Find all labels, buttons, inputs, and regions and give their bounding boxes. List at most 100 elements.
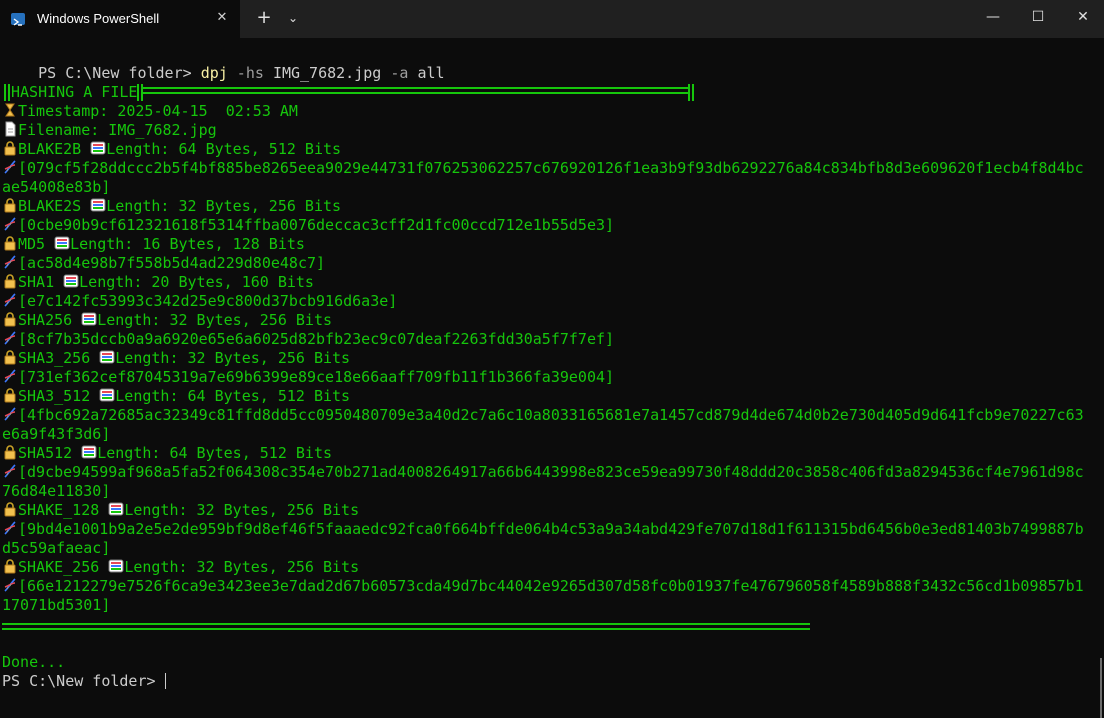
hash-value: 76d84e11830]	[2, 482, 111, 500]
hash-length: Length: 16 Bytes, 128 Bits	[70, 235, 305, 253]
command-file: IMG_7682.jpg	[272, 64, 382, 82]
filename: Filename: IMG_7682.jpg	[18, 121, 217, 139]
hash-value: [4fbc692a72685ac32349c81ffd8dd5cc0950480…	[18, 406, 1084, 424]
hash-value: [e7c142fc53993c342d25e9c800d37bcb916d6a3…	[18, 292, 398, 310]
hash-value: [0cbe90b9cf612321618f5314ffba0076deccac3…	[18, 216, 615, 234]
dna-icon	[4, 331, 16, 345]
hash-value-line: ae54008e83b]	[2, 178, 110, 197]
new-tab-button[interactable]: +	[254, 8, 274, 28]
command-flag: -a	[381, 64, 418, 82]
dna-icon	[4, 464, 16, 478]
scrollbar[interactable]	[1100, 658, 1102, 718]
hash-value-line: [e7c142fc53993c342d25e9c800d37bcb916d6a3…	[2, 292, 397, 311]
hash-value: [8cf7b35dccb0a9a6920e65e6a6025d82bfb23ec…	[18, 330, 615, 348]
command-arg: all	[417, 64, 445, 82]
hash-algorithm: MD5	[18, 235, 55, 253]
hash-length: Length: 20 Bytes, 160 Bits	[79, 273, 314, 291]
hash-header: SHA3_512 Length: 64 Bytes, 512 Bits	[2, 387, 350, 406]
tab-title: Windows PowerShell	[37, 11, 160, 26]
hash-value: [731ef362cef87045319a7e69b6399e89ce18e66…	[18, 368, 615, 386]
header-title: HASHING A FILE	[11, 83, 138, 101]
dna-icon	[4, 160, 16, 174]
length-icon	[54, 236, 70, 250]
hash-value-line: [8cf7b35dccb0a9a6920e65e6a6025d82bfb23ec…	[2, 330, 614, 349]
dna-icon	[4, 407, 16, 421]
minimize-button[interactable]: —	[970, 0, 1016, 34]
hash-algorithm: SHAKE_128	[18, 501, 109, 519]
hash-header: BLAKE2S Length: 32 Bytes, 256 Bits	[2, 197, 341, 216]
hash-value-line: [079cf5f28ddccc2b5f4bf885be8265eea9029e4…	[2, 159, 1084, 178]
tab-close-icon[interactable]: ✕	[213, 9, 231, 27]
hash-header: BLAKE2B Length: 64 Bytes, 512 Bits	[2, 140, 341, 159]
lock-icon	[4, 350, 16, 365]
filename-line: Filename: IMG_7682.jpg	[2, 121, 217, 140]
lock-icon	[4, 141, 16, 156]
hash-value: e6a9f43f3d6]	[2, 425, 111, 443]
hash-header: MD5 Length: 16 Bytes, 128 Bits	[2, 235, 305, 254]
header-left-border	[4, 84, 10, 101]
hash-value-line: [4fbc692a72685ac32349c81ffd8dd5cc0950480…	[2, 406, 1084, 425]
hash-algorithm: SHA1	[18, 273, 64, 291]
terminal-output[interactable]: PS C:\New folder> dpj -hs IMG_7682.jpg -…	[0, 38, 1104, 718]
timestamp-line: Timestamp: 2025-04-15 02:53 AM	[2, 102, 298, 121]
length-icon	[99, 388, 115, 402]
header-right-border	[688, 84, 694, 101]
hash-value: ae54008e83b]	[2, 178, 111, 196]
hash-algorithm: SHA256	[18, 311, 82, 329]
hash-value-line: d5c59afaeac]	[2, 539, 110, 558]
hash-value: [ac58d4e98b7f558b5d4ad229d80e48c7]	[18, 254, 326, 272]
timestamp: Timestamp: 2025-04-15 02:53 AM	[18, 102, 298, 120]
hash-value-line: 76d84e11830]	[2, 482, 110, 501]
hash-header: SHAKE_256 Length: 32 Bytes, 256 Bits	[2, 558, 359, 577]
maximize-button[interactable]: ☐	[1015, 0, 1061, 34]
hash-header: SHA256 Length: 32 Bytes, 256 Bits	[2, 311, 332, 330]
hash-length: Length: 32 Bytes, 256 Bits	[124, 558, 360, 576]
lock-icon	[4, 502, 16, 517]
lock-icon	[4, 388, 16, 403]
tab-dropdown-icon[interactable]: ⌄	[283, 8, 303, 28]
done-message: Done...	[2, 653, 66, 671]
prompt: PS C:\New folder>	[2, 672, 165, 690]
hash-algorithm: SHA3_256	[18, 349, 100, 367]
hash-length: Length: 32 Bytes, 256 Bits	[106, 197, 342, 215]
hash-header: SHA1 Length: 20 Bytes, 160 Bits	[2, 273, 314, 292]
document-icon	[5, 121, 16, 137]
hash-value: [66e1212279e7526f6ca9e3423ee3e7dad2d67b6…	[18, 577, 1084, 595]
close-button[interactable]: ✕	[1060, 0, 1104, 34]
lock-icon	[4, 559, 16, 574]
prompt-line[interactable]: PS C:\New folder>	[2, 672, 166, 691]
hash-value-line: [731ef362cef87045319a7e69b6399e89ce18e66…	[2, 368, 614, 387]
lock-icon	[4, 198, 16, 213]
hash-length: Length: 64 Bytes, 512 Bits	[106, 140, 342, 158]
hash-value: 17071bd5301]	[2, 596, 111, 614]
command-line: PS C:\New folder> dpj -hs IMG_7682.jpg -…	[2, 45, 444, 82]
footer-rule	[2, 623, 810, 630]
hash-value-line: [ac58d4e98b7f558b5d4ad229d80e48c7]	[2, 254, 325, 273]
hash-algorithm: BLAKE2S	[18, 197, 91, 215]
hash-header: SHA3_256 Length: 32 Bytes, 256 Bits	[2, 349, 350, 368]
hash-header: SHA512 Length: 64 Bytes, 512 Bits	[2, 444, 332, 463]
hash-value-line: [66e1212279e7526f6ca9e3423ee3e7dad2d67b6…	[2, 577, 1084, 596]
length-icon	[90, 141, 106, 155]
dna-icon	[4, 578, 16, 592]
length-icon	[99, 350, 115, 364]
dna-icon	[4, 255, 16, 269]
dna-icon	[4, 293, 16, 307]
lock-icon	[4, 445, 16, 460]
powershell-icon	[11, 13, 25, 26]
text-cursor	[164, 673, 166, 689]
hash-header: SHAKE_128 Length: 32 Bytes, 256 Bits	[2, 501, 359, 520]
hash-value-line: [d9cbe94599af968a5fa52f064308c354e70b271…	[2, 463, 1084, 482]
tab-powershell[interactable]: Windows PowerShell ✕	[0, 0, 240, 38]
dna-icon	[4, 369, 16, 383]
hash-value-line: [9bd4e1001b9a2e5e2de959bf9d8ef46f5faaaed…	[2, 520, 1084, 539]
lock-icon	[4, 312, 16, 327]
hash-value: [d9cbe94599af968a5fa52f064308c354e70b271…	[18, 463, 1084, 481]
hash-value-line: 17071bd5301]	[2, 596, 110, 615]
length-icon	[81, 445, 97, 459]
hash-value: [9bd4e1001b9a2e5e2de959bf9d8ef46f5faaaed…	[18, 520, 1084, 538]
hash-value-line: e6a9f43f3d6]	[2, 425, 110, 444]
dna-icon	[4, 521, 16, 535]
title-bar: Windows PowerShell ✕ + ⌄ — ☐ ✕	[0, 0, 1104, 38]
header-rule	[143, 87, 688, 94]
